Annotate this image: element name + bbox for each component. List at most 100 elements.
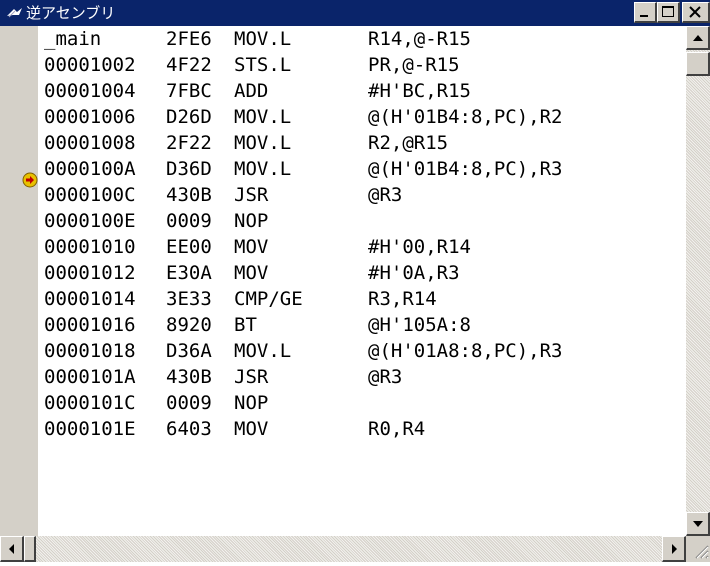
listing-row[interactable]: _main 2FE6 MOV.L R14,@-R15 (38, 26, 471, 52)
disassembly-listing[interactable]: _main 2FE6 MOV.L R14,@-R15 00001002 4F22… (38, 26, 686, 536)
row-opcode: 0009 (166, 392, 212, 414)
row-opcode: 430B (166, 184, 212, 206)
row-operands: #H'BC,R15 (368, 80, 471, 102)
listing-row[interactable]: 00001016 8920 BT @H'105A:8 (38, 312, 471, 338)
row-opcode: EE00 (166, 236, 212, 258)
row-opcode: D26D (166, 106, 212, 128)
row-opcode: 0009 (166, 210, 212, 232)
row-mnemonic: MOV.L (234, 28, 292, 50)
listing-row[interactable]: 0000100E 0009 NOP (38, 208, 268, 234)
row-mnemonic: MOV.L (234, 132, 292, 154)
row-mnemonic: ADD (234, 80, 269, 102)
row-address: 00001012 (44, 262, 136, 284)
listing-row[interactable]: 0000101E 6403 MOV R0,R4 (38, 416, 425, 442)
scroll-left-button[interactable] (0, 536, 24, 562)
row-operands: @R3 (368, 366, 403, 388)
row-operands: @(H'01B4:8,PC),R3 (368, 158, 563, 180)
row-operands: @(H'01A8:8,PC),R3 (368, 340, 563, 362)
row-address: 0000101C (44, 392, 136, 414)
row-address: 00001010 (44, 236, 136, 258)
listing-row[interactable]: 00001002 4F22 STS.L PR,@-R15 (38, 52, 460, 78)
minimize-icon (640, 15, 648, 17)
listing-row[interactable]: 00001010 EE00 MOV #H'00,R14 (38, 234, 471, 260)
row-address: 00001018 (44, 340, 136, 362)
row-opcode: 7FBC (166, 80, 212, 102)
vertical-scrollbar[interactable] (686, 26, 710, 536)
close-button[interactable] (682, 2, 710, 23)
row-operands: R0,R4 (368, 418, 426, 440)
row-mnemonic: MOV.L (234, 158, 292, 180)
scroll-right-button[interactable] (662, 536, 686, 562)
row-address: 00001008 (44, 132, 136, 154)
minimize-button[interactable] (634, 2, 657, 23)
row-mnemonic: JSR (234, 366, 269, 388)
listing-row[interactable]: 00001018 D36A MOV.L @(H'01A8:8,PC),R3 (38, 338, 562, 364)
breakpoint-gutter[interactable] (0, 26, 38, 536)
arrow-up-icon (693, 35, 703, 41)
row-operands: R3,R14 (368, 288, 437, 310)
row-operands: @(H'01B4:8,PC),R2 (368, 106, 563, 128)
row-opcode: 8920 (166, 314, 212, 336)
row-address: _main (44, 28, 102, 50)
row-opcode: 2F22 (166, 132, 212, 154)
listing-row-current-pc[interactable]: 00001006 D26D MOV.L @(H'01B4:8,PC),R2 (38, 104, 562, 130)
arrow-right-icon (672, 544, 677, 554)
row-mnemonic: CMP/GE (234, 288, 303, 310)
row-address: 0000100E (44, 210, 136, 232)
row-mnemonic: MOV.L (234, 340, 292, 362)
row-address: 0000101A (44, 366, 136, 388)
row-operands: PR,@-R15 (368, 54, 460, 76)
row-address: 00001014 (44, 288, 136, 310)
title-bar[interactable]: 逆アセンブリ (0, 0, 710, 26)
row-operands: R2,@R15 (368, 132, 449, 154)
row-mnemonic: STS.L (234, 54, 292, 76)
row-mnemonic: MOV (234, 418, 269, 440)
scroll-up-button[interactable] (686, 26, 710, 50)
listing-row[interactable]: 00001012 E30A MOV #H'0A,R3 (38, 260, 460, 286)
listing-row[interactable]: 0000100A D36D MOV.L @(H'01B4:8,PC),R3 (38, 156, 562, 182)
maximize-icon (662, 6, 674, 17)
listing-row[interactable]: 0000101A 430B JSR @R3 (38, 364, 402, 390)
row-opcode: 4F22 (166, 54, 212, 76)
row-address: 0000100A (44, 158, 136, 180)
row-address: 0000101E (44, 418, 136, 440)
row-operands: #H'00,R14 (368, 236, 471, 258)
arrow-down-icon (693, 521, 703, 527)
listing-row[interactable]: 00001004 7FBC ADD #H'BC,R15 (38, 78, 471, 104)
row-mnemonic: NOP (234, 210, 269, 232)
row-mnemonic: MOV.L (234, 106, 292, 128)
row-opcode: 6403 (166, 418, 212, 440)
resize-grip-icon (695, 545, 709, 559)
row-opcode: 430B (166, 366, 212, 388)
listing-row[interactable]: 00001014 3E33 CMP/GE R3,R14 (38, 286, 437, 312)
row-mnemonic: BT (234, 314, 257, 336)
horizontal-scroll-thumb[interactable] (24, 536, 36, 562)
disassembly-window-icon (7, 8, 22, 18)
row-mnemonic: NOP (234, 392, 269, 414)
row-operands: @H'105A:8 (368, 314, 471, 336)
row-mnemonic: MOV (234, 262, 269, 284)
row-opcode: E30A (166, 262, 212, 284)
horizontal-scrollbar[interactable] (0, 536, 686, 562)
row-address: 00001004 (44, 80, 136, 102)
row-opcode: D36A (166, 340, 212, 362)
maximize-button[interactable] (657, 2, 680, 23)
current-pc-arrow-icon (22, 172, 38, 188)
arrow-left-icon (9, 544, 14, 554)
vertical-scroll-thumb[interactable] (686, 52, 710, 76)
listing-row[interactable]: 00001008 2F22 MOV.L R2,@R15 (38, 130, 448, 156)
row-operands: R14,@-R15 (368, 28, 471, 50)
resize-grip[interactable] (686, 536, 710, 562)
row-opcode: 2FE6 (166, 28, 212, 50)
listing-row[interactable]: 0000101C 0009 NOP (38, 390, 268, 416)
row-address: 00001006 (44, 106, 136, 128)
window-title: 逆アセンブリ (26, 4, 116, 22)
row-address: 0000100C (44, 184, 136, 206)
listing-row[interactable]: 0000100C 430B JSR @R3 (38, 182, 402, 208)
row-operands: @R3 (368, 184, 403, 206)
row-address: 00001002 (44, 54, 136, 76)
scroll-down-button[interactable] (686, 512, 710, 536)
row-address: 00001016 (44, 314, 136, 336)
row-mnemonic: MOV (234, 236, 269, 258)
close-icon (689, 6, 701, 18)
